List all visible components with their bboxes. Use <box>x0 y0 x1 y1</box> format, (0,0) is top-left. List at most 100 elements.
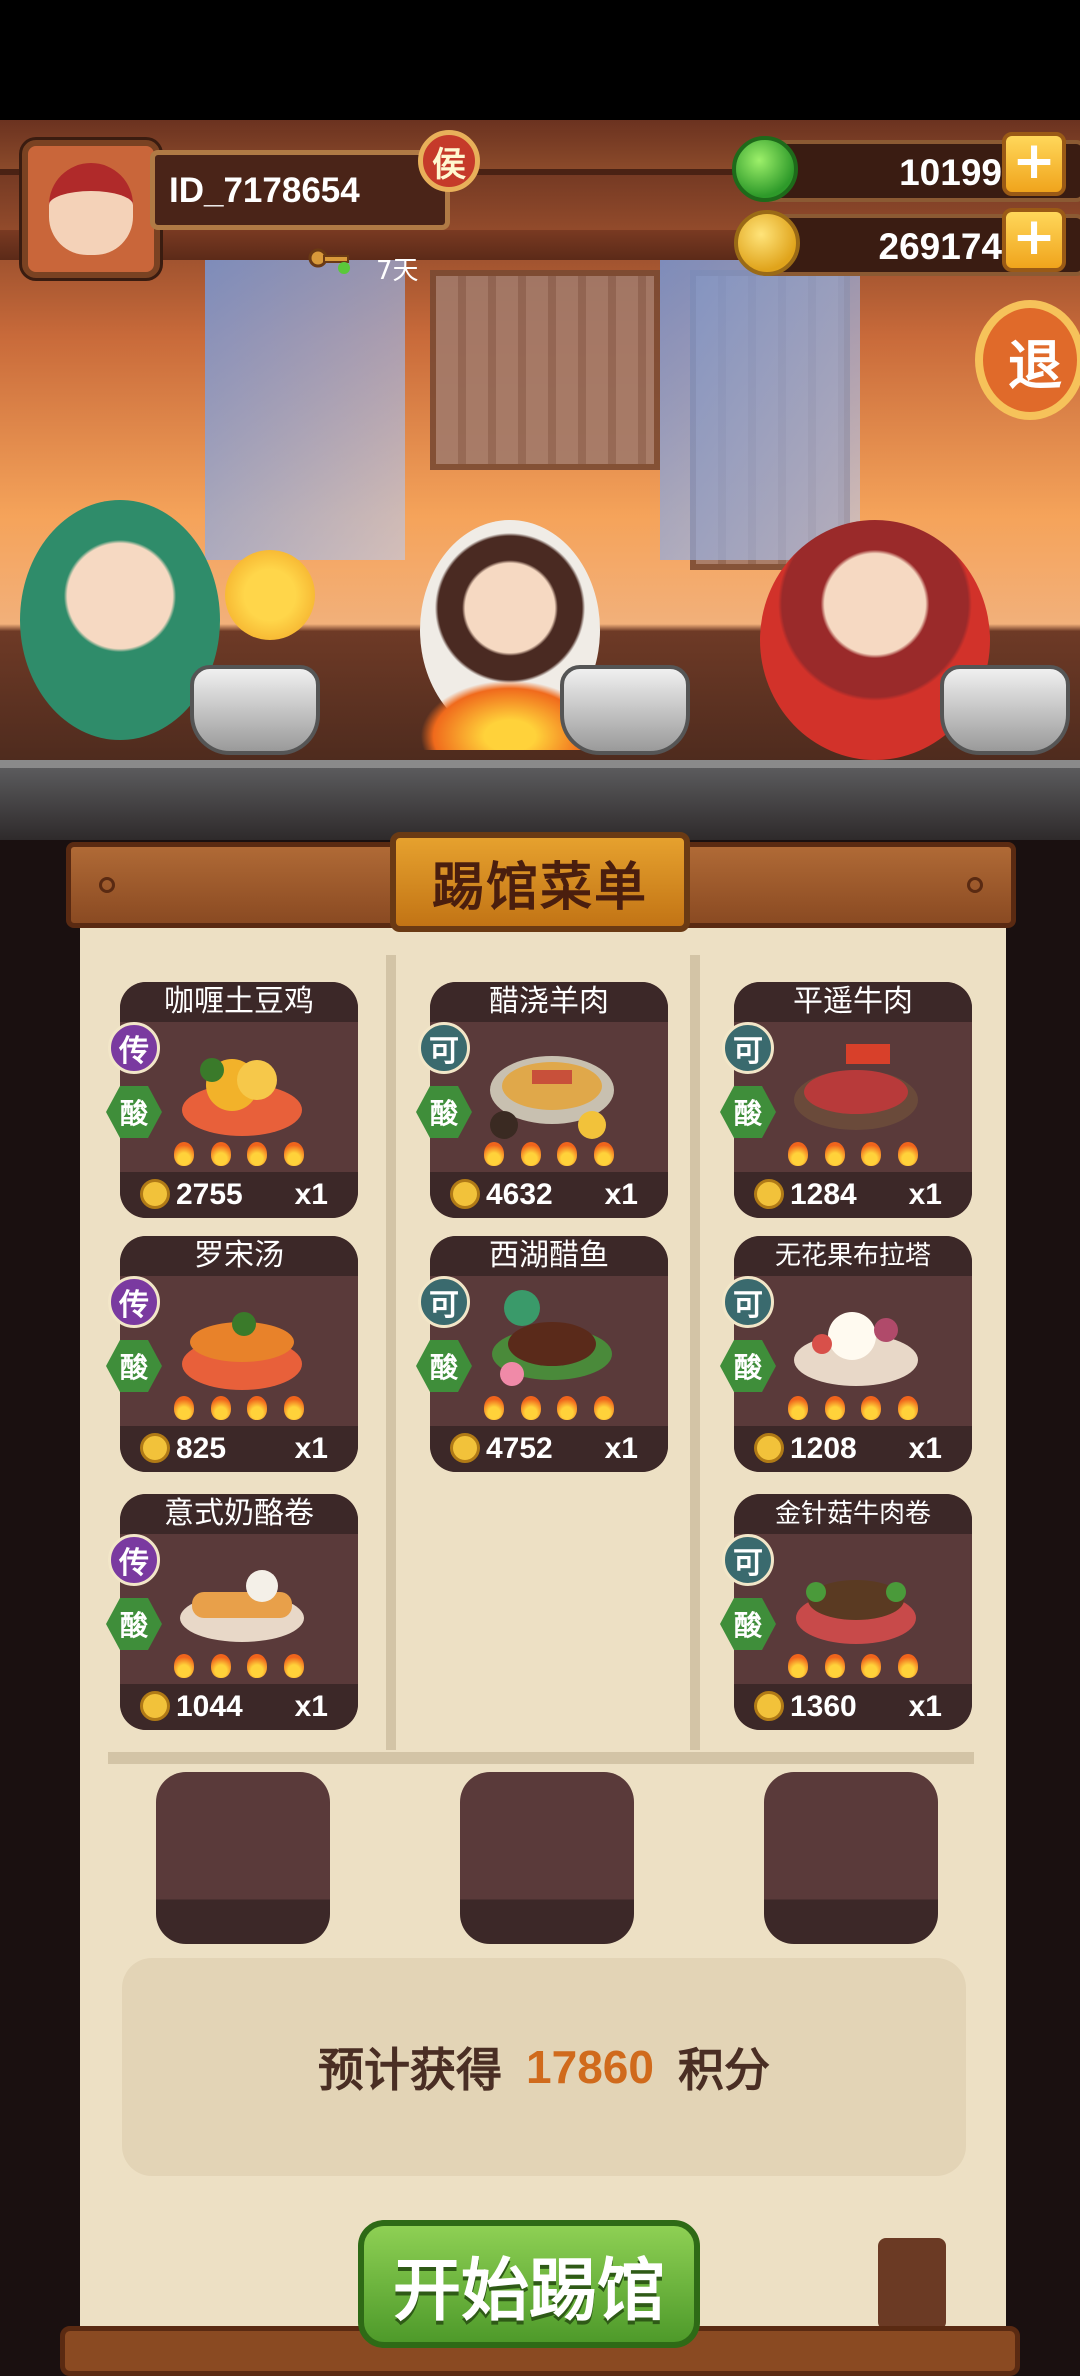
section-divider <box>108 1752 974 1764</box>
key-icon <box>308 248 350 274</box>
dish-card[interactable]: 醋浇羊肉 可 酸 4632 x1 <box>416 982 668 1218</box>
cooking-pot-left <box>190 665 320 755</box>
add-jade-button[interactable]: + <box>1002 132 1066 196</box>
dish-card[interactable]: 意式奶酪卷 传 酸 1044 x1 <box>106 1494 358 1730</box>
rank-tag: 可 <box>722 1534 774 1586</box>
coin-icon <box>754 1691 784 1721</box>
dish-qty: x1 <box>908 1690 942 1723</box>
dish-qty: x1 <box>908 1178 942 1211</box>
heat-level <box>788 1396 918 1420</box>
dish-footer: 825 x1 <box>120 1426 358 1472</box>
lamb-dish-icon <box>490 1056 614 1139</box>
dish-name: 醋浇羊肉 <box>430 982 668 1022</box>
dish-name: 意式奶酪卷 <box>120 1494 358 1534</box>
heat-level <box>174 1142 304 1166</box>
window-blind-center <box>430 270 660 470</box>
dish-card[interactable]: 罗宋汤 传 酸 825 x1 <box>106 1236 358 1472</box>
lantern-fruit <box>225 550 315 640</box>
coin-icon <box>140 1433 170 1463</box>
rank-tag: 可 <box>722 1022 774 1074</box>
coin-icon <box>734 210 800 276</box>
dish-card[interactable]: 咖喱土豆鸡 传 酸 2755 x1 <box>106 982 358 1218</box>
dish-name: 无花果布拉塔 <box>734 1236 972 1276</box>
score-prefix: 预计获得 <box>318 2043 503 2097</box>
dish-name: 咖喱土豆鸡 <box>120 982 358 1022</box>
rank-tag: 可 <box>418 1022 470 1074</box>
dish-price: 1284 <box>790 1178 857 1211</box>
dish-name: 西湖醋鱼 <box>430 1236 668 1276</box>
rank-tag: 传 <box>108 1276 160 1328</box>
dish-card[interactable]: 西湖醋鱼 可 酸 4752 x1 <box>416 1236 668 1472</box>
dish-price: 1044 <box>176 1690 243 1723</box>
nail-icon <box>967 877 983 893</box>
heat-level <box>788 1142 918 1166</box>
dish-name: 平遥牛肉 <box>734 982 972 1022</box>
dish-qty: x1 <box>604 1432 638 1465</box>
dish-price: 1360 <box>790 1690 857 1723</box>
dish-footer: 4752 x1 <box>430 1426 668 1472</box>
dish-name: 罗宋汤 <box>120 1236 358 1276</box>
dish-price: 2755 <box>176 1178 243 1211</box>
dish-price: 4632 <box>486 1178 553 1211</box>
player-avatar[interactable] <box>22 140 160 278</box>
heat-level <box>484 1142 614 1166</box>
dish-name: 金针菇牛肉卷 <box>734 1494 972 1534</box>
dish-qty: x1 <box>294 1690 328 1723</box>
brush-holder-icon <box>878 2238 946 2330</box>
heat-level <box>174 1396 304 1420</box>
jade-icon <box>732 136 798 202</box>
column-divider <box>690 955 700 1750</box>
dish-qty: x1 <box>604 1178 638 1211</box>
rank-tag: 可 <box>418 1276 470 1328</box>
dish-footer: 2755 x1 <box>120 1172 358 1218</box>
dish-footer: 1208 x1 <box>734 1426 972 1472</box>
score-value: 17860 <box>526 2041 654 2093</box>
dish-footer: 1284 x1 <box>734 1172 972 1218</box>
column-divider <box>386 955 396 1750</box>
dish-price: 825 <box>176 1432 227 1465</box>
rank-tag: 传 <box>108 1022 160 1074</box>
dish-price: 4752 <box>486 1432 553 1465</box>
add-coin-button[interactable]: + <box>1002 208 1066 272</box>
fish-dish-icon <box>492 1290 612 1386</box>
heat-level <box>788 1654 918 1678</box>
dish-card[interactable]: 无花果布拉塔 可 酸 1208 x1 <box>720 1236 972 1472</box>
coin-icon <box>140 1179 170 1209</box>
coin-icon <box>450 1179 480 1209</box>
heat-level <box>484 1396 614 1420</box>
rank-tag: 传 <box>108 1534 160 1586</box>
player-id: ID_7178654 <box>150 150 450 230</box>
coin-icon <box>140 1691 170 1721</box>
stove-counter <box>0 760 1080 840</box>
dish-qty: x1 <box>294 1178 328 1211</box>
dish-card[interactable]: 平遥牛肉 可 酸 1284 x1 <box>720 982 972 1218</box>
dish-footer: 4632 x1 <box>430 1172 668 1218</box>
nail-icon <box>99 877 115 893</box>
menu-title: 踢馆菜单 <box>390 832 690 932</box>
coin-icon <box>754 1433 784 1463</box>
empty-dish-slot[interactable] <box>156 1772 330 1944</box>
curtain-drape-right <box>660 260 860 560</box>
cooking-pot-right <box>940 665 1070 755</box>
dish-card[interactable]: 金针菇牛肉卷 可 酸 1360 x1 <box>720 1494 972 1730</box>
rank-badge: 侯 <box>418 130 480 192</box>
empty-dish-slot[interactable] <box>460 1772 634 1944</box>
coin-icon <box>754 1179 784 1209</box>
start-challenge-button[interactable]: 开始踢馆 <box>358 2220 700 2348</box>
avatar-face <box>49 163 133 255</box>
beef-dish-icon <box>794 1044 918 1130</box>
beef-roll-dish-icon <box>796 1580 916 1644</box>
burrata-dish-icon <box>794 1312 918 1386</box>
coin-icon <box>450 1433 480 1463</box>
dish-price: 1208 <box>790 1432 857 1465</box>
cheese-roll-dish-icon <box>180 1570 304 1642</box>
exit-button[interactable]: 退 <box>975 300 1080 420</box>
dish-footer: 1360 x1 <box>734 1684 972 1730</box>
empty-dish-slot[interactable] <box>764 1772 938 1944</box>
dish-qty: x1 <box>294 1432 328 1465</box>
heat-level <box>174 1654 304 1678</box>
curtain-drape-left <box>205 260 405 560</box>
dish-qty: x1 <box>908 1432 942 1465</box>
days-remaining: 7天 <box>376 256 419 286</box>
score-suffix: 积分 <box>677 2043 770 2097</box>
